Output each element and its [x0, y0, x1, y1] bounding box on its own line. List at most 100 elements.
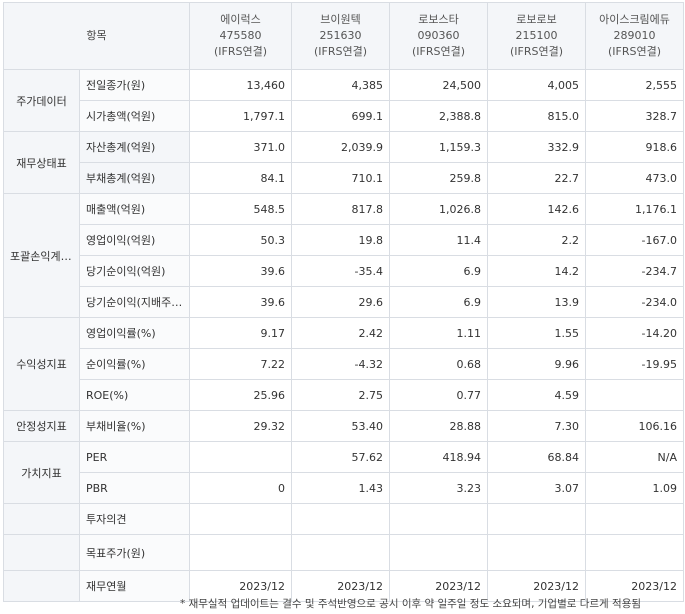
cell-value: 0.68: [389, 348, 488, 380]
cell-value: 2,555: [585, 69, 684, 101]
cell-value: 332.9: [487, 131, 586, 163]
cell-value: 4,385: [291, 69, 390, 101]
company-header: 에이럭스 475580 (IFRS연결): [189, 2, 292, 70]
category-profit: 수익성지표: [3, 317, 80, 411]
row-label: PER: [79, 441, 190, 473]
category-empty: [3, 503, 80, 535]
cell-value: 1.55: [487, 317, 586, 349]
cell-value: -4.32: [291, 348, 390, 380]
row-label: 순이익률(%): [79, 348, 190, 380]
cell-value: 0.77: [389, 379, 488, 411]
company-basis: (IFRS연결): [607, 45, 662, 58]
company-basis: (IFRS연결): [213, 45, 268, 58]
cell-value: [291, 534, 390, 571]
company-code: 251630: [319, 29, 362, 42]
cell-value: 7.30: [487, 410, 586, 442]
company-basis: (IFRS연결): [411, 45, 466, 58]
cell-value: [291, 503, 390, 535]
table-row: 투자의견: [3, 503, 684, 535]
cell-value: 710.1: [291, 162, 390, 194]
cell-value: 2,039.9: [291, 131, 390, 163]
cell-value: [389, 534, 488, 571]
cell-value: N/A: [585, 441, 684, 473]
footnote: * 재무실적 업데이트는 결수 및 주석반영으로 공시 이후 약 일주일 정도 …: [180, 598, 642, 610]
company-header: 브이원텍 251630 (IFRS연결): [291, 2, 390, 70]
company-basis: (IFRS연결): [509, 45, 564, 58]
company-code: 475580: [219, 29, 262, 42]
table-row: 목표주가(원): [3, 534, 684, 571]
row-label: 부채총계(억원): [79, 162, 190, 194]
cell-value: 14.2: [487, 255, 586, 287]
cell-value: 19.8: [291, 224, 390, 256]
cell-value: 57.62: [291, 441, 390, 473]
company-header: 로보로보 215100 (IFRS연결): [487, 2, 586, 70]
cell-value: 84.1: [189, 162, 292, 194]
row-label: ROE(%): [79, 379, 190, 411]
cell-value: 1.43: [291, 472, 390, 504]
cell-value: -19.95: [585, 348, 684, 380]
table-row: 순이익률(%) 7.22 -4.32 0.68 9.96 -19.95: [4, 348, 684, 380]
cell-value: -35.4: [291, 255, 390, 287]
category-income: 포괄손익계산서: [3, 193, 80, 318]
row-label: 자산총계(억원): [79, 131, 190, 163]
cell-value: 29.32: [189, 410, 292, 442]
table-row: 당기순이익(억원) 39.6 -35.4 6.9 14.2 -234.7: [4, 255, 684, 287]
cell-value: 473.0: [585, 162, 684, 194]
cell-value: [585, 379, 684, 411]
cell-value: 2.75: [291, 379, 390, 411]
row-label: 시가총액(억원): [79, 100, 190, 132]
table-row: 재무상태표 자산총계(억원) 371.0 2,039.9 1,159.3 332…: [3, 131, 684, 194]
cell-value: -234.0: [585, 286, 684, 318]
cell-value: 39.6: [189, 255, 292, 287]
cell-value: 259.8: [389, 162, 488, 194]
row-label: 영업이익률(%): [79, 317, 190, 349]
cell-value: 1,026.8: [389, 193, 488, 225]
row-label: 당기순이익(억원): [79, 255, 190, 287]
cell-value: 50.3: [189, 224, 292, 256]
row-label: 영업이익(억원): [79, 224, 190, 256]
cell-value: -14.20: [585, 317, 684, 349]
row-label: 투자의견: [79, 503, 190, 535]
cell-value: 29.6: [291, 286, 390, 318]
cell-value: 3.07: [487, 472, 586, 504]
cell-value: -234.7: [585, 255, 684, 287]
header-item-label: 항목: [3, 2, 190, 70]
cell-value: 13.9: [487, 286, 586, 318]
table-row: 주가데이터 전일종가(원) 13,460 4,385 24,500 4,005 …: [3, 69, 684, 132]
cell-value: 6.9: [389, 255, 488, 287]
category-empty: [3, 534, 80, 571]
cell-value: 9.17: [189, 317, 292, 349]
cell-value: 24,500: [389, 69, 488, 101]
company-header: 아이스크림에듀 289010 (IFRS연결): [585, 2, 684, 70]
row-label: 재무연월: [79, 570, 190, 602]
cell-value: 2.2: [487, 224, 586, 256]
company-code: 090360: [417, 29, 460, 42]
cell-value: 11.4: [389, 224, 488, 256]
cell-value: 918.6: [585, 131, 684, 163]
cell-value: 2.42: [291, 317, 390, 349]
cell-value: 0: [189, 472, 292, 504]
header-row: 항목 에이럭스 475580 (IFRS연결) 브이원텍 251630 (IFR…: [3, 2, 684, 70]
cell-value: 142.6: [487, 193, 586, 225]
table-row: PBR 0 1.43 3.23 3.07 1.09: [4, 472, 684, 504]
table-row: 가치지표 PER 57.62 418.94 68.84 N/A: [3, 441, 684, 504]
category-value: 가치지표: [3, 441, 80, 504]
cell-value: [189, 441, 292, 473]
cell-value: 548.5: [189, 193, 292, 225]
cell-value: 68.84: [487, 441, 586, 473]
cell-value: 106.16: [585, 410, 684, 442]
cell-value: [585, 534, 684, 571]
cell-value: 28.88: [389, 410, 488, 442]
row-label: 매출액(억원): [79, 193, 190, 225]
row-label: 부채비율(%): [79, 410, 190, 442]
cell-value: 53.40: [291, 410, 390, 442]
cell-value: 371.0: [189, 131, 292, 163]
company-header: 로보스타 090360 (IFRS연결): [389, 2, 488, 70]
category-finance: 재무상태표: [3, 131, 80, 194]
table-row: 포괄손익계산서 매출액(억원) 548.5 817.8 1,026.8 142.…: [3, 193, 684, 318]
company-name: 로보스타: [418, 13, 459, 26]
table-row: ROE(%) 25.96 2.75 0.77 4.59: [4, 379, 684, 411]
cell-value: 328.7: [585, 100, 684, 132]
company-basis: (IFRS연결): [313, 45, 368, 58]
cell-value: [189, 503, 292, 535]
